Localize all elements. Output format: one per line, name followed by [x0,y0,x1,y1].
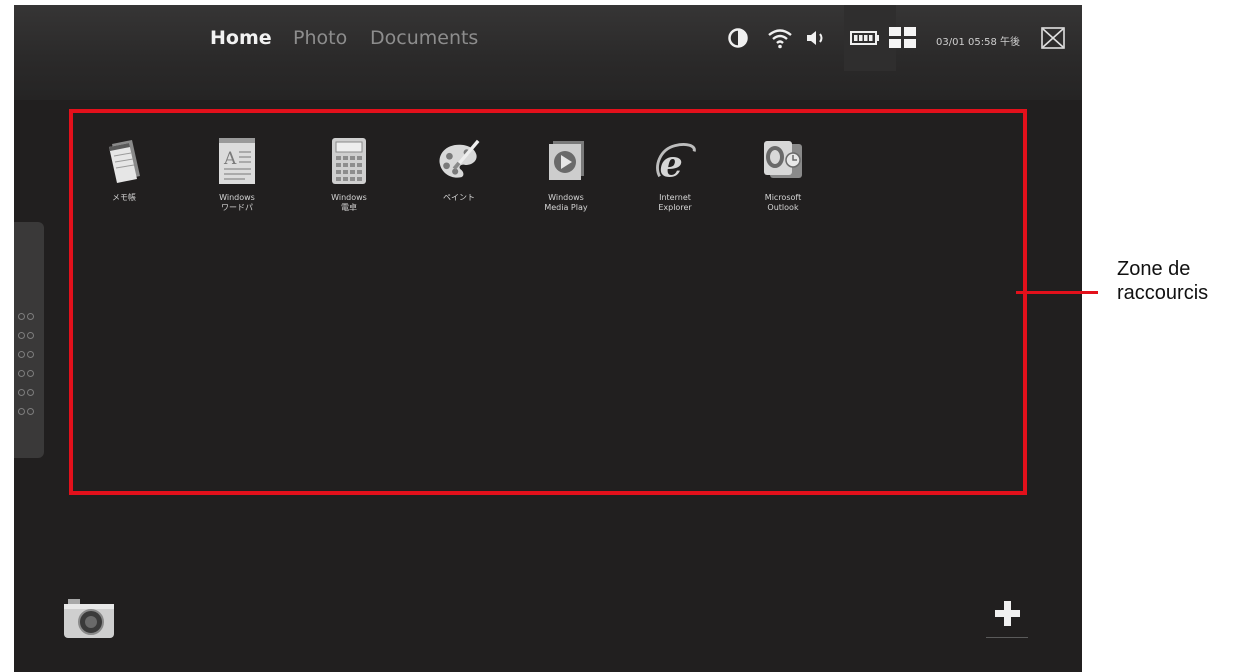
brightness-icon[interactable] [726,23,750,53]
tab-documents[interactable]: Documents [370,27,478,49]
annotation-label: Zone de raccourcis [1117,258,1209,304]
plus-icon [986,601,1028,638]
grid-view-icon[interactable] [886,23,920,53]
volume-icon[interactable] [804,23,830,53]
shortcut-zone-highlight [69,109,1027,495]
grip-dots-icon [17,306,41,420]
tab-home[interactable]: Home [210,27,272,49]
camera-icon[interactable] [62,598,118,644]
annotation-leader-line [1016,291,1098,294]
battery-icon[interactable] [849,23,881,53]
wifi-icon[interactable] [765,23,795,53]
top-bar: Home Photo Documents 03/01 05:58 午後 [14,5,1082,100]
datetime: 03/01 05:58 午後 [936,37,1020,48]
tab-photo[interactable]: Photo [293,27,347,49]
side-drawer-handle[interactable] [14,222,44,458]
add-shortcut-button[interactable] [984,595,1032,641]
close-icon[interactable] [1039,23,1067,53]
